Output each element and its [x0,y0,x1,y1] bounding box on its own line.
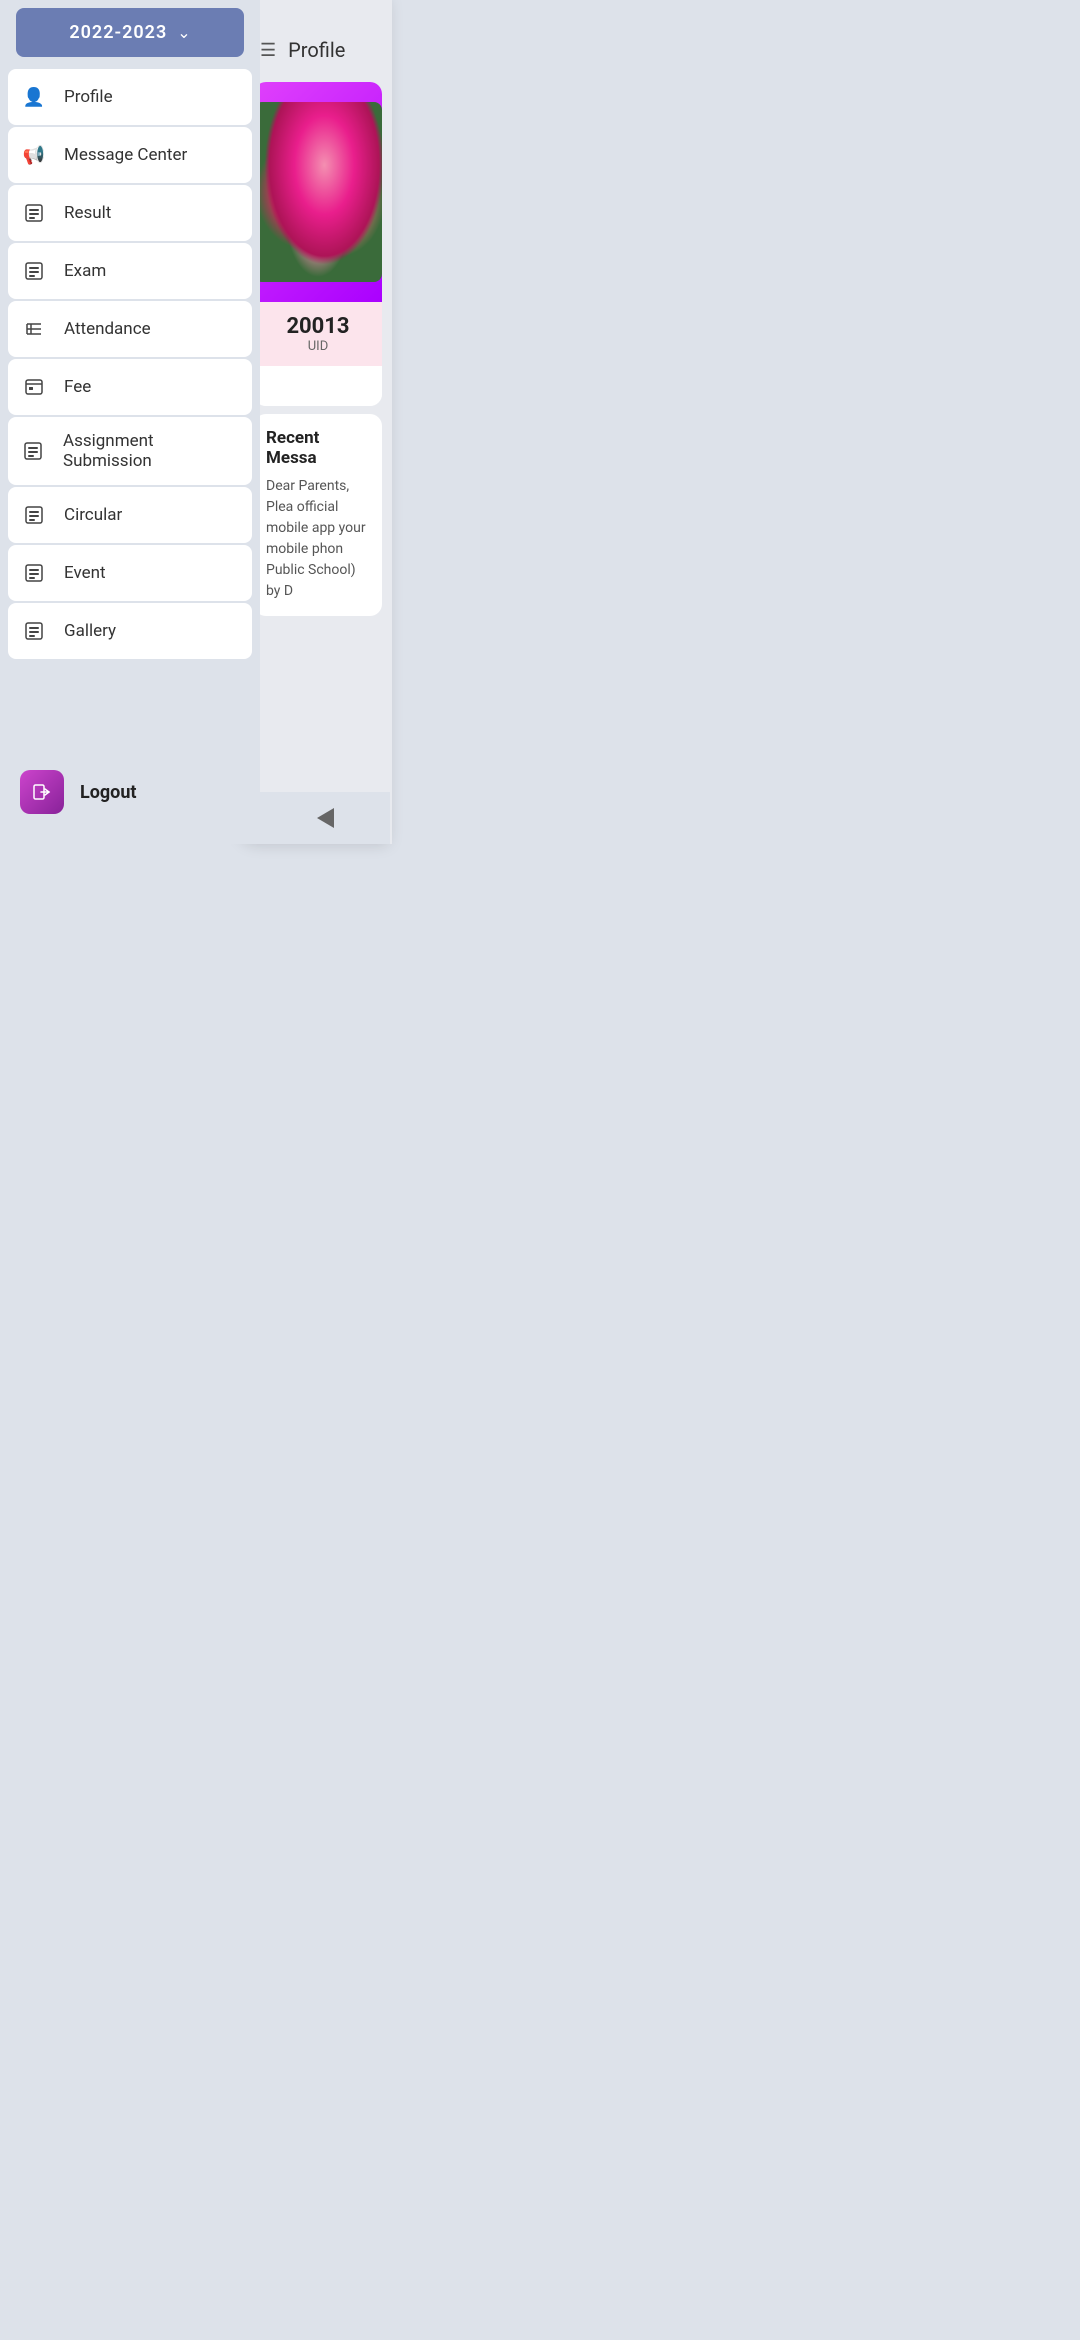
year-selector-text: 2022-2023 [69,22,167,43]
profile-panel-title: Profile [288,38,345,62]
profile-uid-number: 20013 [266,314,370,339]
recent-messages-title: Recent Messa [266,428,370,468]
sidebar-item-label: Exam [64,261,106,281]
sidebar-item-label: Circular [64,505,122,525]
profile-uid-label: UID [266,339,370,354]
sidebar-item-label: Message Center [64,145,187,165]
sidebar-item-label: Fee [64,377,91,397]
megaphone-icon: 📢 [20,141,48,169]
profile-panel: ☰ Profile 20013 UID Recent Messa Dear Pa… [244,0,392,844]
result-icon [20,199,48,227]
hamburger-icon[interactable]: ☰ [260,40,276,61]
assignment-icon [20,437,47,465]
back-icon [317,808,334,828]
fee-icon [20,373,48,401]
chevron-down-icon: ⌄ [177,23,190,42]
circular-icon [20,501,48,529]
profile-header: ☰ Profile [244,0,392,74]
drawer: 2022-2023 ⌄ 👤 Profile 📢 Message Center R… [0,0,260,844]
logout-icon [20,770,64,814]
rose-flower-image [254,102,382,282]
sidebar-item-label: Result [64,203,111,223]
profile-image [254,102,382,282]
nav-back-button[interactable] [311,804,339,832]
sidebar-item-profile[interactable]: 👤 Profile [8,69,252,125]
sidebar-item-attendance[interactable]: Attendance [8,301,252,357]
sidebar-item-exam[interactable]: Exam [8,243,252,299]
sidebar-item-assignment[interactable]: Assignment Submission [8,417,252,485]
recent-messages-text: Dear Parents, Plea official mobile app y… [266,476,370,602]
gallery-icon [20,617,48,645]
logout-button[interactable]: Logout [0,756,260,828]
sidebar-item-label: Assignment Submission [63,431,240,471]
year-selector[interactable]: 2022-2023 ⌄ [16,8,244,57]
profile-icon: 👤 [20,83,48,111]
sidebar-item-event[interactable]: Event [8,545,252,601]
menu-list: 👤 Profile 📢 Message Center Result [0,69,260,752]
logout-label: Logout [80,782,137,803]
sidebar-item-label: Event [64,563,106,583]
profile-empty-section [254,366,382,406]
sidebar-item-label: Profile [64,87,113,107]
sidebar-item-result[interactable]: Result [8,185,252,241]
sidebar-item-message-center[interactable]: 📢 Message Center [8,127,252,183]
sidebar-item-circular[interactable]: Circular [8,487,252,543]
profile-card: 20013 UID [254,82,382,406]
sidebar-item-label: Gallery [64,621,116,641]
sidebar-item-fee[interactable]: Fee [8,359,252,415]
sidebar-item-gallery[interactable]: Gallery [8,603,252,659]
event-icon [20,559,48,587]
profile-image-wrapper [254,82,382,302]
profile-uid-section: 20013 UID [254,302,382,366]
sidebar-item-label: Attendance [64,319,151,339]
recent-messages-card: Recent Messa Dear Parents, Plea official… [254,414,382,616]
exam-icon [20,257,48,285]
attendance-icon [20,315,48,343]
